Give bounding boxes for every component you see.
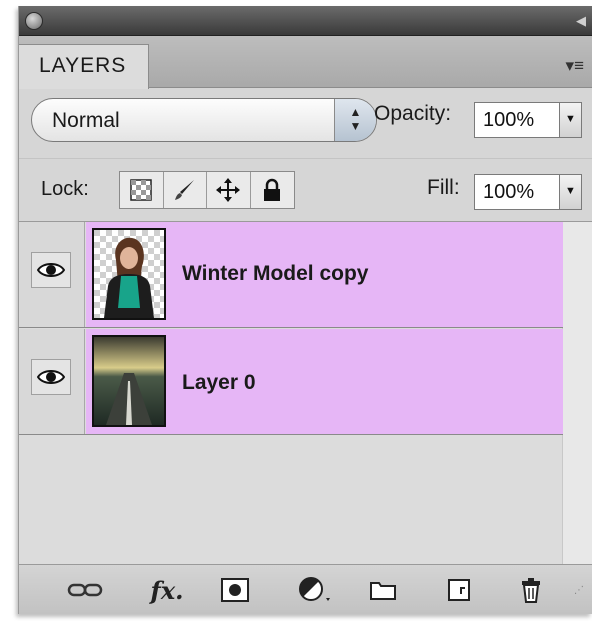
resize-grip-icon[interactable]: ⋰ bbox=[569, 575, 589, 605]
fill-dropdown-icon[interactable]: ▼ bbox=[559, 175, 581, 209]
layer-selection[interactable]: Layer 0 bbox=[86, 329, 563, 434]
opacity-label: Opacity: bbox=[374, 102, 452, 125]
layers-footer: fx. ⋰ bbox=[19, 564, 592, 614]
lock-row: Lock: Fill: 100% ▼ bbox=[19, 158, 592, 222]
lock-paint-icon[interactable] bbox=[164, 172, 207, 208]
tab-bar: LAYERS ▾≡ bbox=[19, 36, 592, 89]
adjustment-icon[interactable] bbox=[291, 575, 339, 605]
close-icon[interactable] bbox=[25, 12, 43, 30]
panel-menu-icon[interactable]: ▾≡ bbox=[566, 56, 584, 76]
panel-titlebar: ◀ bbox=[19, 6, 592, 36]
fx-icon[interactable]: fx. bbox=[147, 575, 187, 605]
blend-mode-stepper-icon[interactable]: ▲ ▼ bbox=[334, 99, 376, 141]
layer-thumbnail bbox=[92, 228, 166, 320]
lock-all-icon[interactable] bbox=[251, 172, 294, 208]
link-icon[interactable] bbox=[65, 575, 105, 605]
scrollbar[interactable] bbox=[562, 222, 592, 564]
lock-label: Lock: bbox=[41, 178, 89, 200]
visibility-cell bbox=[19, 222, 85, 327]
fill-field[interactable]: 100% ▼ bbox=[474, 174, 582, 210]
blend-row: Normal ▲ ▼ Opacity: 100% ▼ bbox=[19, 88, 592, 158]
collapse-icon[interactable]: ◀ bbox=[576, 13, 586, 29]
layers-panel: ◀ LAYERS ▾≡ Normal ▲ ▼ Opacity: 100% ▼ Lo… bbox=[18, 6, 592, 614]
layer-selection[interactable]: Winter Model copy bbox=[86, 222, 563, 327]
layer-thumbnail bbox=[92, 335, 166, 427]
fill-value: 100% bbox=[483, 181, 535, 203]
opacity-field[interactable]: 100% ▼ bbox=[474, 102, 582, 138]
lock-transparent-icon[interactable] bbox=[120, 172, 164, 208]
mask-icon[interactable] bbox=[215, 575, 255, 605]
blend-mode-select[interactable]: Normal ▲ ▼ bbox=[31, 98, 377, 142]
new-layer-icon[interactable] bbox=[439, 575, 479, 605]
opacity-value: 100% bbox=[483, 109, 535, 131]
lock-buttons bbox=[119, 171, 295, 209]
lock-position-icon[interactable] bbox=[207, 172, 251, 208]
opacity-dropdown-icon[interactable]: ▼ bbox=[559, 103, 581, 137]
visibility-cell bbox=[19, 329, 85, 434]
layer-row[interactable]: Winter Model copy bbox=[19, 222, 563, 328]
folder-icon[interactable] bbox=[363, 575, 403, 605]
tab-layers-label: LAYERS bbox=[39, 54, 127, 77]
layer-name[interactable]: Layer 0 bbox=[182, 371, 256, 395]
eye-icon[interactable] bbox=[31, 252, 71, 288]
layers-list: Winter Model copy Layer 0 bbox=[19, 222, 592, 564]
fill-label: Fill: bbox=[427, 176, 460, 199]
eye-icon[interactable] bbox=[31, 359, 71, 395]
layer-name[interactable]: Winter Model copy bbox=[182, 262, 369, 286]
layer-row[interactable]: Layer 0 bbox=[19, 329, 563, 435]
trash-icon[interactable] bbox=[511, 575, 551, 605]
blend-mode-value: Normal bbox=[52, 109, 120, 132]
tab-layers[interactable]: LAYERS bbox=[19, 44, 149, 89]
